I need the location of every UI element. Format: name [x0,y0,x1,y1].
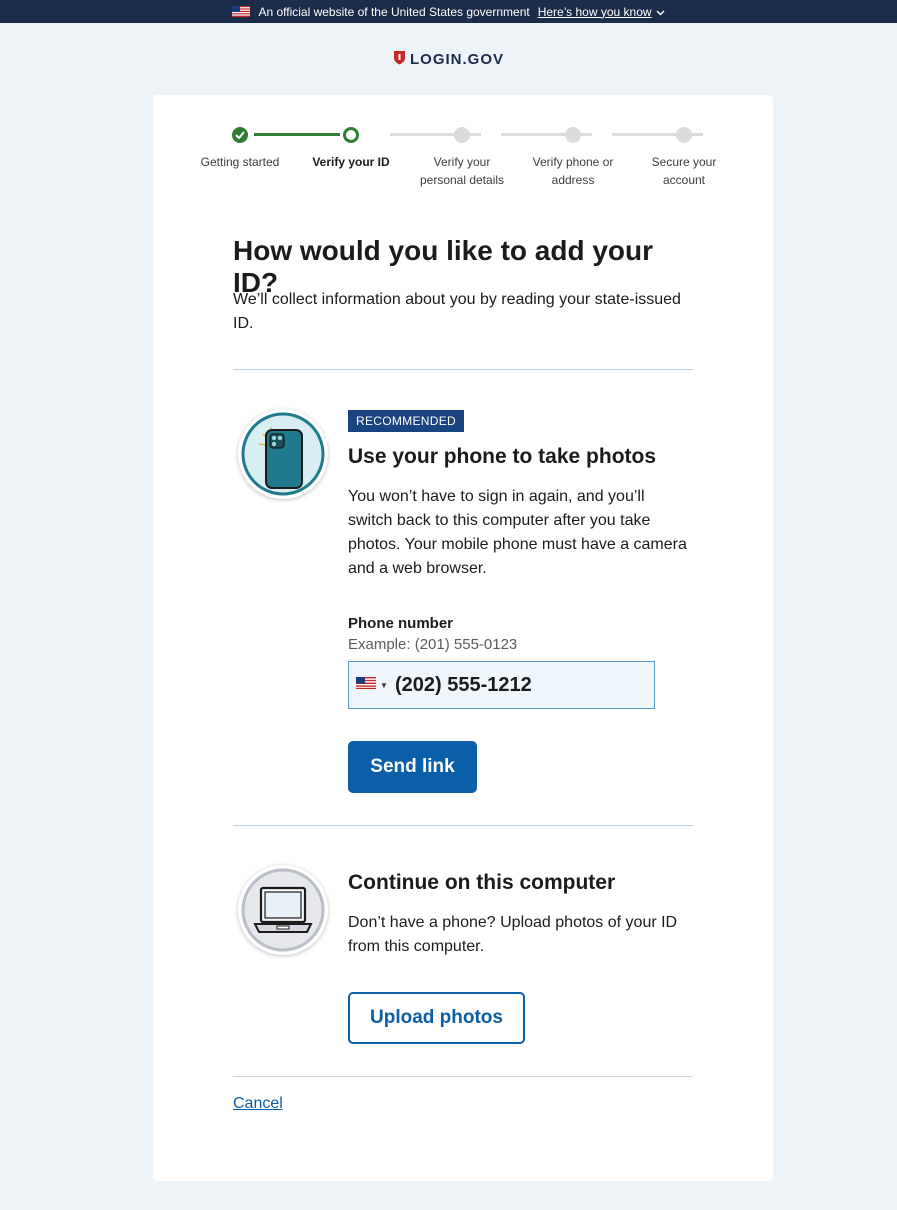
upload-photos-button[interactable]: Upload photos [348,992,525,1044]
phone-illustration-icon [238,409,328,499]
brand-name: LOGIN.GOV [409,50,504,68]
us-flag-icon [232,6,251,17]
page-intro: We’ll collect information about you by r… [233,291,681,332]
phone-number-hint: Example: (201) 555-0123 [348,636,518,653]
how-you-know-link[interactable]: Here’s how you know [538,5,665,19]
chevron-down-icon [656,5,665,19]
step-indicator: Getting started Verify your ID Verify yo… [183,125,743,195]
phone-option-description: You won’t have to sign in again, and you… [348,488,687,577]
gov-banner: An official website of the United States… [0,0,897,23]
step-label: Secure your account [651,155,717,187]
step-dot [454,127,470,143]
shield-logo-icon [393,50,406,69]
phone-field: ▼ [348,661,655,709]
computer-option-description: Don’t have a phone? Upload photos of you… [348,914,678,955]
step-dot [565,127,581,143]
phone-input[interactable] [395,673,645,697]
step-label: Getting started [200,155,280,169]
laptop-illustration-icon [238,865,328,955]
cancel-link[interactable]: Cancel [233,1095,283,1113]
step-label: Verify your personal details [419,155,505,187]
country-select[interactable]: ▼ [349,662,395,708]
phone-number-label: Phone number [348,615,454,632]
send-link-button[interactable]: Send link [348,741,477,793]
how-you-know-label: Here’s how you know [537,4,652,19]
step-getting-started: Getting started [185,125,295,171]
divider [233,1076,693,1077]
computer-option-title: Continue on this computer [348,871,616,894]
gov-banner-text: An official website of the United States… [258,4,530,19]
step-verify-id: Verify your ID [296,125,406,171]
phone-option-title: Use your phone to take photos [348,445,657,468]
caret-down-icon: ▼ [380,680,388,690]
us-flag-icon [356,676,377,694]
step-personal-details: Verify your personal details [407,125,517,189]
brand-logo[interactable]: LOGIN.GOV [0,23,897,95]
divider [233,825,693,826]
recommended-badge: RECOMMENDED [348,410,464,432]
step-secure-account: Secure your account [629,125,739,189]
check-icon [232,127,248,143]
step-label: Verify phone or address [532,155,614,187]
step-label: Verify your ID [312,155,390,169]
step-dot [676,127,692,143]
step-current-dot [343,127,359,143]
main-card: Getting started Verify your ID Verify yo… [153,95,773,1181]
step-phone-address: Verify phone or address [518,125,628,189]
divider [233,369,693,370]
